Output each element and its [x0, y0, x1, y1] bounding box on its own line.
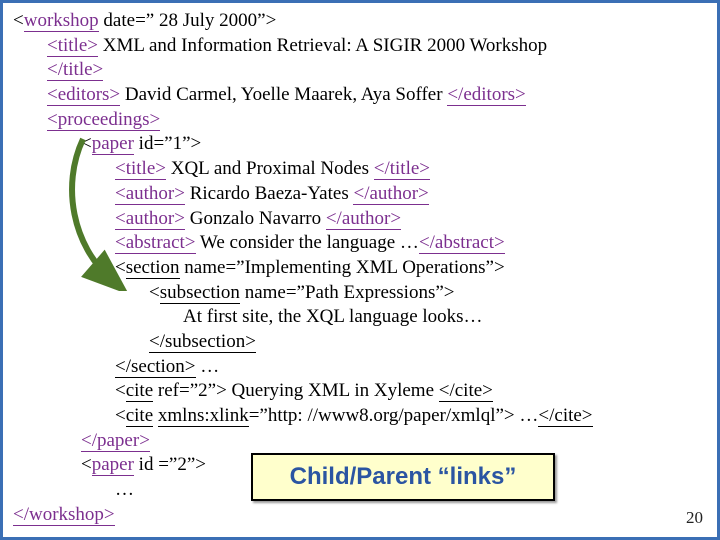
callout-box: Child/Parent “links”: [251, 453, 555, 501]
tag-paper2: paper: [92, 454, 134, 476]
line-subsection-open: <subsection name=”Path Expressions”>: [13, 281, 707, 306]
line-subsection-close: </subsection>: [13, 330, 707, 355]
tag-subsection-close: </subsection>: [149, 331, 256, 353]
line-cite1: <cite ref=”2”> Querying XML in Xyleme </…: [13, 379, 707, 404]
line-paper1-title: <title> XQL and Proximal Nodes </title>: [13, 157, 707, 182]
attr-cite2: =”http: //www8.org/paper/xmlql”>: [249, 405, 515, 426]
tag-title-close: </title>: [47, 59, 103, 81]
line-author1: <author> Ricardo Baeza-Yates </author>: [13, 182, 707, 207]
tag-workshop-close: </workshop>: [13, 504, 115, 526]
line-section-close: </section> …: [13, 355, 707, 380]
callout-text: Child/Parent “links”: [290, 461, 517, 492]
tag-subsection: subsection: [160, 282, 240, 304]
angle: <: [115, 257, 126, 278]
tag-cite1: cite: [126, 380, 153, 402]
attr-workshop: date=” 28 July 2000”>: [99, 10, 277, 31]
text-cite2: …: [515, 405, 539, 426]
slide-frame: <workshop date=” 28 July 2000”> <title> …: [0, 0, 720, 540]
attr-paper1: id=”1”>: [134, 133, 201, 154]
attr-section: name=”Implementing XML Operations”>: [180, 257, 505, 278]
tag-author2-close: </author>: [326, 208, 401, 230]
attr-cite1: ref=”2”>: [153, 380, 227, 401]
tag-cite2-close: </cite>: [538, 405, 592, 427]
line-author2: <author> Gonzalo Navarro </author>: [13, 207, 707, 232]
line-abstract: <abstract> We consider the language …</a…: [13, 231, 707, 256]
tag-author2-open: <author>: [115, 208, 185, 230]
tag-proceedings-open: <proceedings>: [47, 109, 160, 131]
tag-abstract-close: </abstract>: [419, 232, 505, 254]
angle: <: [115, 380, 126, 401]
angle: <: [115, 405, 126, 426]
tag-cite1-close: </cite>: [439, 380, 493, 402]
angle: <: [81, 454, 92, 475]
angle: <: [81, 133, 92, 154]
line-title-open: <title> XML and Information Retrieval: A…: [13, 34, 707, 59]
line-workshop-close: </workshop>: [13, 503, 707, 528]
tag-section: section: [126, 257, 180, 279]
text-editors: David Carmel, Yoelle Maarek, Aya Soffer: [120, 84, 447, 105]
xml-code-block: <workshop date=” 28 July 2000”> <title> …: [13, 9, 707, 527]
text-subsection: At first site, the XQL language looks…: [183, 306, 483, 327]
text-author1: Ricardo Baeza-Yates: [185, 183, 354, 204]
tag-section-close: </section>: [115, 356, 196, 378]
attr-paper2: id =”2”>: [134, 454, 206, 475]
attr-xlink: xmlns:xlink: [158, 405, 249, 427]
attr-subsection: name=”Path Expressions”>: [240, 282, 455, 303]
line-editors: <editors> David Carmel, Yoelle Maarek, A…: [13, 83, 707, 108]
tag-workshop: workshop: [24, 10, 99, 32]
text-author2: Gonzalo Navarro: [185, 208, 326, 229]
angle: <: [149, 282, 160, 303]
tag-cite2: cite: [126, 405, 153, 427]
tag-paper1: paper: [92, 133, 134, 155]
text-ellipsis: …: [115, 479, 134, 500]
tag-paper1-close: </paper>: [81, 430, 150, 452]
text-title: XML and Information Retrieval: A SIGIR 2…: [98, 35, 547, 56]
line-proceedings-open: <proceedings>: [13, 108, 707, 133]
line-paper1-open: <paper id=”1”>: [13, 132, 707, 157]
tag-p1title-close: </title>: [374, 158, 430, 180]
text-section-after: …: [196, 356, 220, 377]
tag-abstract-open: <abstract>: [115, 232, 196, 254]
tag-title-open: <title>: [47, 35, 98, 57]
line-workshop-open: <workshop date=” 28 July 2000”>: [13, 9, 707, 34]
tag-p1title-open: <title>: [115, 158, 166, 180]
tag-editors-close: </editors>: [447, 84, 525, 106]
page-number: 20: [686, 507, 703, 529]
text-p1title: XQL and Proximal Nodes: [166, 158, 374, 179]
line-section-open: <section name=”Implementing XML Operatio…: [13, 256, 707, 281]
line-title-close: </title>: [13, 58, 707, 83]
line-subsection-text: At first site, the XQL language looks…: [13, 305, 707, 330]
line-paper1-close: </paper>: [13, 429, 707, 454]
text-abstract: We consider the language …: [196, 232, 419, 253]
line-cite2: <cite xmlns:xlink=”http: //www8.org/pape…: [13, 404, 707, 429]
text-cite1: Querying XML in Xyleme: [227, 380, 439, 401]
tag-editors-open: <editors>: [47, 84, 120, 106]
angle: <: [13, 10, 24, 31]
tag-author1-close: </author>: [353, 183, 428, 205]
tag-author1-open: <author>: [115, 183, 185, 205]
